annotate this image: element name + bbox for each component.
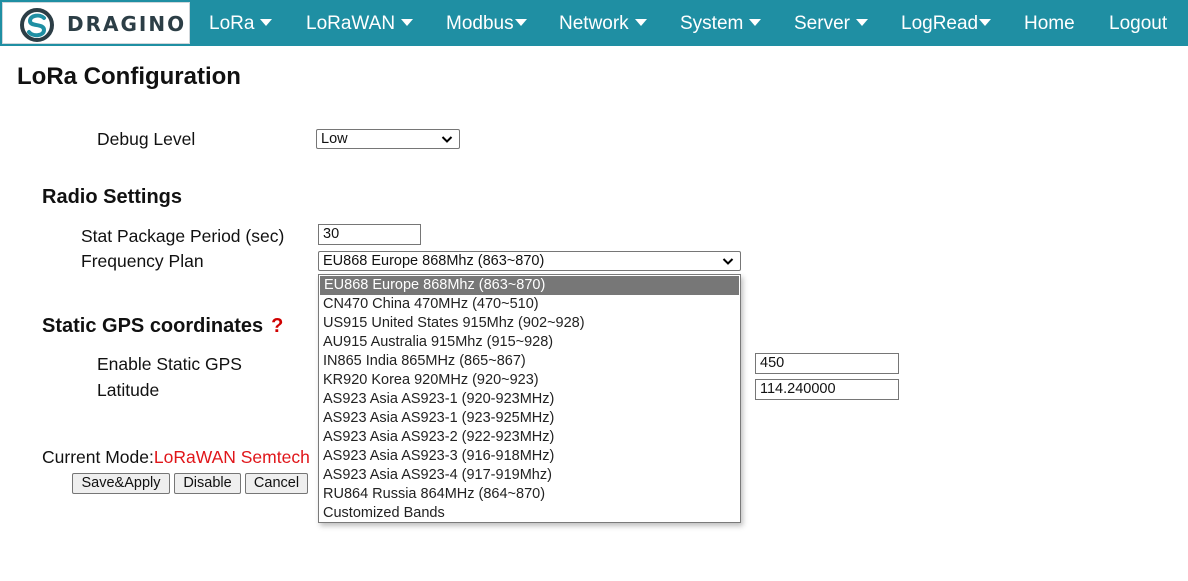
nav-network-label: Network — [559, 13, 629, 34]
dropdown-option[interactable]: CN470 China 470MHz (470~510) — [319, 295, 740, 314]
dropdown-option[interactable]: AS923 Asia AS923-3 (916-918MHz) — [319, 447, 740, 466]
nav-system[interactable]: System — [680, 0, 762, 46]
dragino-logo[interactable]: DRAGINO — [2, 2, 190, 44]
current-mode-label: Current Mode: — [42, 447, 154, 467]
cancel-button[interactable]: Cancel — [245, 473, 308, 494]
debug-level-label: Debug Level — [97, 129, 196, 149]
dropdown-option[interactable]: AS923 Asia AS923-1 (920-923MHz) — [319, 390, 740, 409]
longitude-input[interactable]: 114.240000 — [755, 379, 899, 400]
nav-network[interactable]: Network — [559, 0, 647, 46]
nav-lora-label: LoRa — [209, 13, 255, 34]
caret-down-icon — [514, 18, 527, 26]
caret-down-icon — [749, 18, 762, 26]
current-mode: Current Mode:LoRaWAN Semtech — [42, 447, 310, 468]
dropdown-option[interactable]: Customized Bands — [319, 504, 740, 523]
nav-lorawan[interactable]: LoRaWAN — [306, 0, 414, 46]
caret-down-icon — [401, 18, 414, 26]
current-mode-value: LoRaWAN Semtech — [153, 447, 310, 467]
nav-home-label: Home — [1024, 13, 1075, 34]
disable-button[interactable]: Disable — [174, 473, 241, 494]
nav-logread-label: LogRead — [901, 13, 979, 34]
static-gps-heading-text: Static GPS coordinates — [42, 315, 264, 337]
chevron-down-icon — [441, 136, 453, 143]
nav-lorawan-label: LoRaWAN — [306, 13, 396, 34]
dropdown-option[interactable]: AS923 Asia AS923-1 (923-925MHz) — [319, 409, 740, 428]
caret-down-icon — [855, 18, 868, 26]
nav-system-label: System — [680, 13, 744, 34]
debug-level-select[interactable]: Low — [316, 129, 460, 149]
caret-down-icon — [634, 18, 647, 26]
caret-down-icon — [979, 18, 992, 26]
enable-static-gps-label: Enable Static GPS — [97, 354, 242, 374]
dropdown-option[interactable]: IN865 India 865MHz (865~867) — [319, 352, 740, 371]
logo-text: DRAGINO — [67, 12, 187, 36]
frequency-plan-dropdown-list: EU868 Europe 868Mhz (863~870) CN470 Chin… — [318, 274, 741, 523]
altitude-input[interactable]: 450 — [755, 353, 899, 374]
save-apply-button[interactable]: Save&Apply — [72, 473, 170, 494]
debug-level-value: Low — [321, 131, 348, 147]
nav-modbus[interactable]: Modbus — [446, 0, 527, 46]
dropdown-option[interactable]: AS923 Asia AS923-4 (917-919Mhz) — [319, 466, 740, 485]
nav-server[interactable]: Server — [794, 0, 868, 46]
dropdown-option[interactable]: AU915 Australia 915Mhz (915~928) — [319, 333, 740, 352]
stat-period-input[interactable]: 30 — [318, 224, 421, 245]
frequency-plan-value: EU868 Europe 868Mhz (863~870) — [323, 253, 545, 269]
help-question-icon[interactable]: ? — [271, 315, 283, 337]
nav-logread[interactable]: LogRead — [901, 0, 992, 46]
dropdown-option[interactable]: EU868 Europe 868Mhz (863~870) — [320, 276, 739, 295]
dropdown-option[interactable]: AS923 Asia AS923-2 (922-923MHz) — [319, 428, 740, 447]
nav-modbus-label: Modbus — [446, 13, 514, 34]
nav-logout[interactable]: Logout — [1109, 0, 1167, 46]
nav-server-label: Server — [794, 13, 850, 34]
caret-down-icon — [260, 18, 273, 26]
dropdown-option[interactable]: US915 United States 915Mhz (902~928) — [319, 314, 740, 333]
dragino-s-logo-icon — [20, 8, 54, 42]
nav-logout-label: Logout — [1109, 13, 1168, 34]
stat-period-label: Stat Package Period (sec) — [81, 226, 285, 246]
nav-lora[interactable]: LoRa — [209, 0, 273, 46]
nav-home[interactable]: Home — [1024, 0, 1075, 46]
latitude-label: Latitude — [97, 380, 160, 400]
static-gps-heading: Static GPS coordinates? — [42, 315, 283, 338]
frequency-plan-label: Frequency Plan — [81, 251, 204, 271]
radio-settings-heading: Radio Settings — [42, 186, 183, 208]
dropdown-option[interactable]: KR920 Korea 920MHz (920~923) — [319, 371, 740, 390]
chevron-down-icon — [722, 258, 734, 265]
frequency-plan-select[interactable]: EU868 Europe 868Mhz (863~870) — [318, 251, 741, 271]
top-navbar: DRAGINO LoRa LoRaWAN Modbus Network Syst… — [0, 0, 1188, 46]
page-title: LoRa Configuration — [17, 63, 241, 90]
dropdown-option[interactable]: RU864 Russia 864MHz (864~870) — [319, 485, 740, 504]
